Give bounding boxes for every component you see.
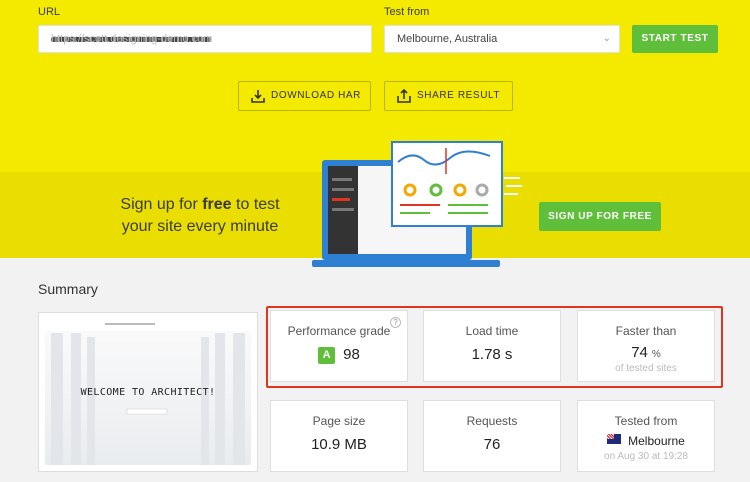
- promo-text-3: your site every minute: [121, 218, 279, 235]
- url-label: URL: [38, 6, 61, 18]
- screenshot-heading: WELCOME TO ARCHITECT!: [80, 387, 216, 398]
- page-size-title: Page size: [312, 414, 366, 428]
- tested-from-title: Tested from: [614, 414, 678, 428]
- download-har-button[interactable]: DOWNLOAD HAR: [238, 81, 371, 111]
- requests-card: Requests 76: [423, 400, 561, 472]
- start-test-button[interactable]: START TEST: [632, 25, 718, 53]
- page-size-value: 10.9 MB: [311, 436, 367, 453]
- summary-heading: Summary: [38, 281, 98, 297]
- tested-from-date: on Aug 30 at 19:28: [604, 451, 688, 462]
- download-har-label: DOWNLOAD HAR: [271, 90, 361, 101]
- share-result-label: SHARE RESULT: [417, 90, 501, 101]
- page-screenshot: WELCOME TO ARCHITECT!: [38, 312, 258, 472]
- signup-button[interactable]: SIGN UP FOR FREE: [539, 202, 661, 231]
- share-icon: [397, 89, 411, 103]
- australia-flag-icon: [607, 434, 622, 444]
- location-value: Melbourne, Australia: [397, 33, 498, 45]
- chevron-down-icon: ⌄: [602, 33, 611, 44]
- signup-promo-text: Sign up for free to test your site every…: [100, 194, 300, 238]
- promo-text-bold: free: [202, 196, 232, 213]
- test-from-label: Test from: [384, 6, 430, 18]
- highlight-box: [266, 306, 723, 388]
- url-input[interactable]: https://scott.designing-demo.com: [38, 25, 372, 53]
- url-value: https://scott.designing-demo.com: [51, 33, 213, 45]
- tested-from-card: Tested from Melbourne on Aug 30 at 19:28: [577, 400, 715, 472]
- promo-text-1: Sign up for: [120, 196, 203, 213]
- location-select[interactable]: Melbourne, Australia ⌄: [384, 25, 620, 53]
- requests-value: 76: [483, 436, 501, 453]
- page-size-card: Page size 10.9 MB: [270, 400, 408, 472]
- promo-text-2: to test: [231, 196, 280, 213]
- share-result-button[interactable]: SHARE RESULT: [384, 81, 513, 111]
- tested-from-city: Melbourne: [628, 434, 685, 448]
- requests-title: Requests: [466, 414, 518, 428]
- laptop-illustration: [312, 141, 522, 267]
- download-icon: [251, 90, 265, 103]
